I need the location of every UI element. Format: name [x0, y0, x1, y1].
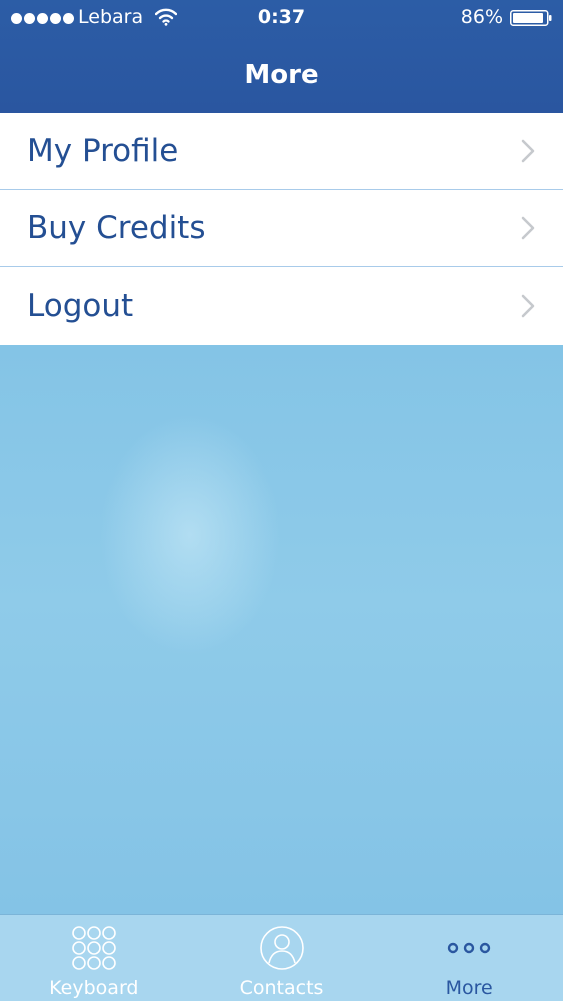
tab-contacts[interactable]: Contacts: [188, 915, 376, 1001]
tab-more[interactable]: More: [375, 915, 563, 1001]
tab-label: More: [445, 977, 493, 999]
chevron-right-icon: [521, 139, 535, 163]
more-menu: My Profile Buy Credits Logout: [0, 113, 563, 345]
keypad-icon: [72, 926, 116, 970]
battery-percentage: 86%: [460, 6, 503, 28]
menu-item-label: Buy Credits: [27, 210, 206, 246]
background-area: [0, 345, 563, 914]
menu-item-logout[interactable]: Logout: [0, 267, 563, 345]
tab-label: Keyboard: [49, 977, 139, 999]
tab-bar: Keyboard Contacts More: [0, 914, 563, 1001]
page-title: More: [244, 60, 319, 90]
chevron-right-icon: [521, 294, 535, 318]
contacts-icon: [259, 926, 304, 970]
navigation-header: Lebara 0:37 86% More: [0, 0, 563, 113]
tab-keyboard[interactable]: Keyboard: [0, 915, 188, 1001]
menu-item-buy-credits[interactable]: Buy Credits: [0, 190, 563, 267]
more-dots-icon: [447, 942, 491, 954]
battery-icon: [510, 10, 552, 26]
status-bar: Lebara 0:37 86%: [0, 0, 563, 38]
chevron-right-icon: [521, 216, 535, 240]
menu-item-label: My Profile: [27, 133, 179, 169]
menu-item-my-profile[interactable]: My Profile: [0, 113, 563, 190]
menu-item-label: Logout: [27, 288, 134, 324]
tab-label: Contacts: [239, 977, 324, 999]
